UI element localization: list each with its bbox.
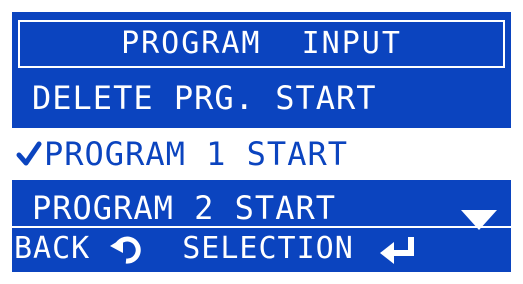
menu-item-label: PROGRAM 2 START xyxy=(32,189,336,227)
enter-icon[interactable] xyxy=(379,234,416,264)
menu-item-label: PROGRAM 1 START xyxy=(44,135,348,173)
footer-bar: BACK SELECTION xyxy=(12,226,511,270)
screen-title-text: PROGRAM INPUT xyxy=(121,26,402,61)
lcd-screen: PROGRAM INPUT DELETE PRG. START PROGRAM … xyxy=(12,12,511,272)
menu-item-label: DELETE PRG. START xyxy=(32,79,377,117)
screen-title: PROGRAM INPUT xyxy=(18,20,505,68)
menu-item-delete-program[interactable]: DELETE PRG. START xyxy=(12,72,511,124)
back-label[interactable]: BACK xyxy=(14,234,90,264)
menu-item-program-1[interactable]: PROGRAM 1 START xyxy=(12,128,511,180)
selection-label[interactable]: SELECTION xyxy=(182,234,354,264)
back-arrow-icon[interactable] xyxy=(108,232,144,266)
checkmark-icon xyxy=(16,141,42,166)
